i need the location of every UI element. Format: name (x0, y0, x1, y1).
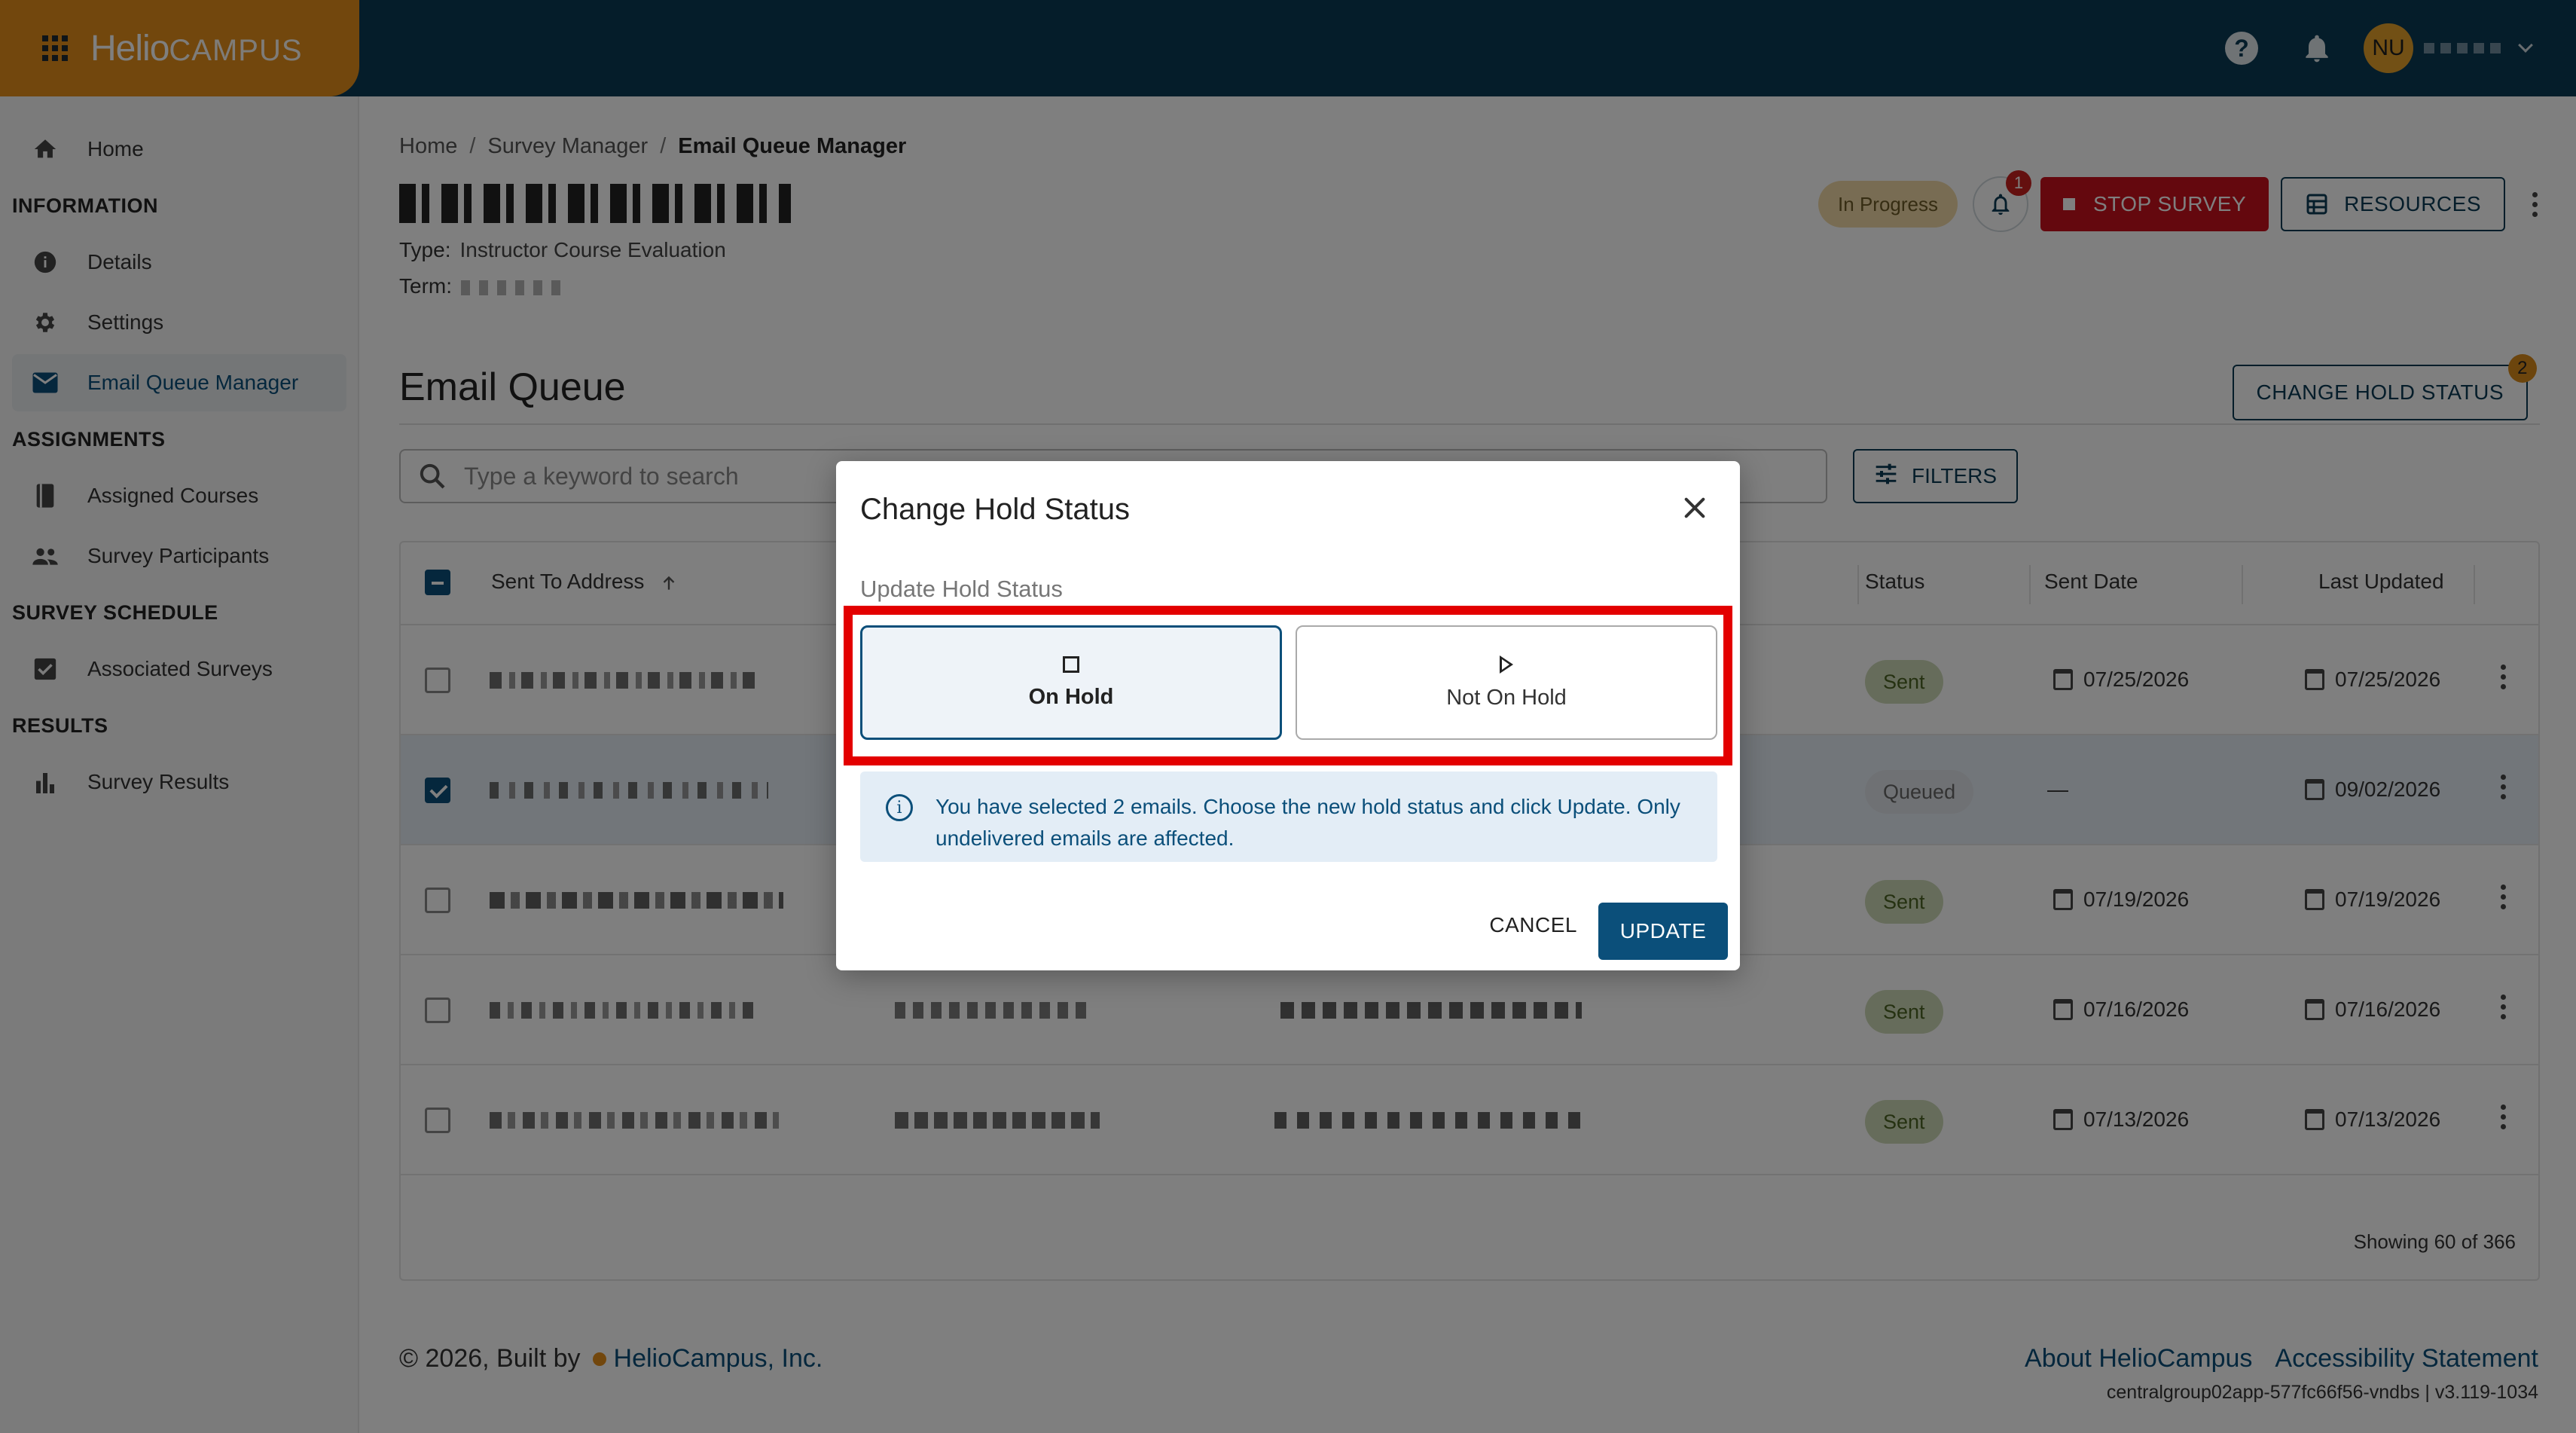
close-icon[interactable] (1681, 494, 1708, 521)
play-icon (1500, 655, 1513, 674)
info-icon: i (886, 794, 913, 821)
not-on-hold-label: Not On Hold (1446, 685, 1567, 710)
update-button[interactable]: UPDATE (1598, 903, 1728, 960)
info-text: You have selected 2 emails. Choose the n… (935, 795, 1680, 850)
on-hold-option[interactable]: On Hold (860, 625, 1282, 740)
info-alert: i You have selected 2 emails. Choose the… (860, 771, 1717, 862)
dialog-subtitle: Update Hold Status (860, 576, 1063, 602)
dialog-title: Change Hold Status (860, 493, 1131, 526)
on-hold-label: On Hold (1028, 684, 1114, 709)
not-on-hold-option[interactable]: Not On Hold (1296, 625, 1717, 740)
cancel-button[interactable]: CANCEL (1489, 904, 1577, 946)
change-hold-status-dialog: Change Hold Status Update Hold Status On… (836, 461, 1740, 970)
stop-square-icon (1063, 655, 1079, 673)
